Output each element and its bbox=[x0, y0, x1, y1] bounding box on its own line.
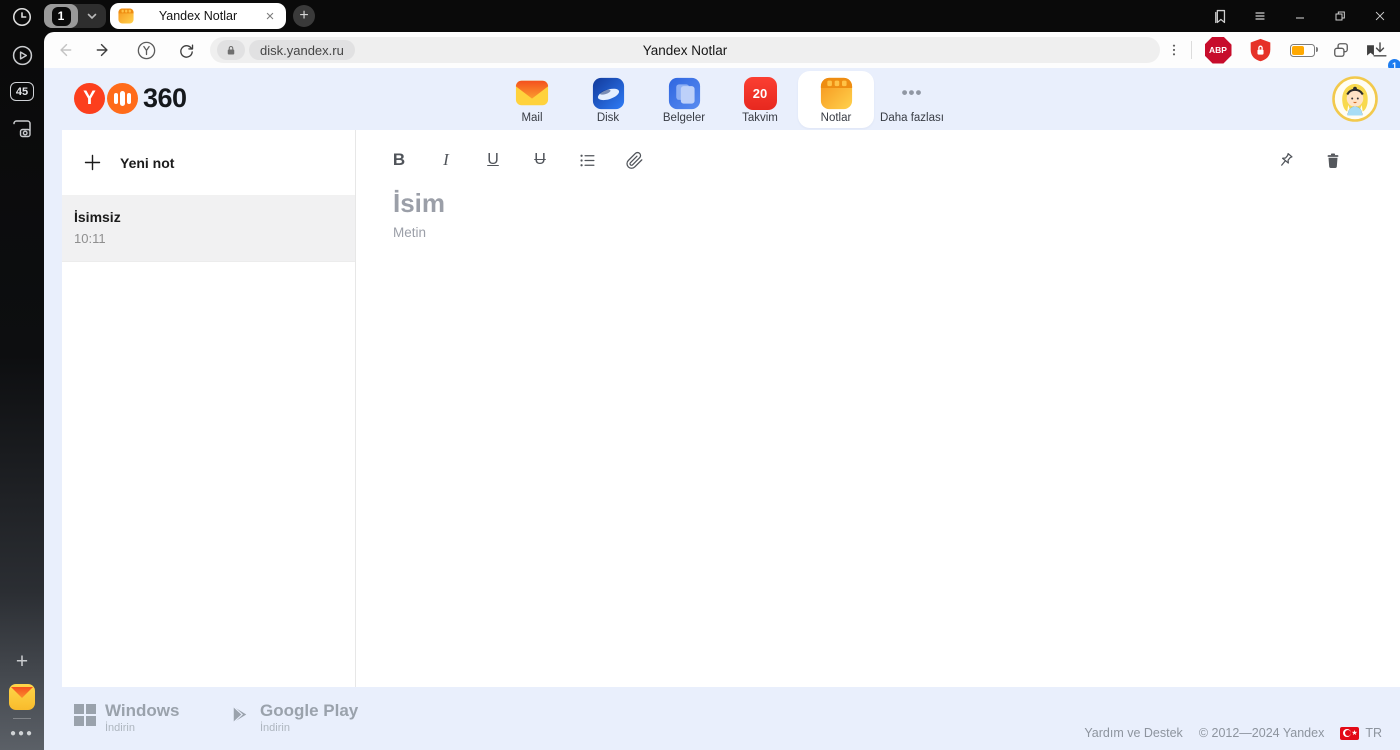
page-footer: Windows İndirin Google Play İndirin Yard bbox=[44, 687, 1400, 750]
documents-app-icon bbox=[667, 76, 701, 110]
forward-button[interactable] bbox=[90, 32, 118, 68]
browser-toolbar: disk.yandex.ru Yandex Notlar ABP 1 bbox=[44, 32, 1400, 72]
editor-toolbar: B I U U bbox=[382, 142, 651, 178]
chevron-down-icon[interactable] bbox=[78, 10, 106, 22]
tab-close-icon[interactable]: × bbox=[262, 9, 278, 24]
notes-list-panel: Yeni not İsimsiz 10:11 bbox=[62, 130, 355, 687]
screenshot-icon[interactable] bbox=[0, 117, 44, 141]
minimize-button[interactable] bbox=[1280, 0, 1320, 32]
user-avatar[interactable] bbox=[1332, 76, 1378, 122]
new-note-button[interactable]: Yeni not bbox=[62, 130, 355, 196]
toolbar-divider bbox=[1191, 41, 1192, 59]
underline-button[interactable]: U bbox=[476, 142, 510, 178]
tab-counter[interactable]: 1 bbox=[44, 4, 78, 28]
google-play-icon bbox=[230, 704, 250, 725]
app-switcher: Mail Disk Belgeler 20 Takvim Notlar ••• … bbox=[44, 71, 1400, 128]
downloads-icon[interactable]: 1 bbox=[1366, 32, 1400, 72]
bold-button[interactable]: B bbox=[382, 142, 416, 178]
app-tile-mail[interactable]: Mail bbox=[494, 71, 570, 128]
windows-icon bbox=[74, 704, 96, 726]
footer-legal: Yardım ve Destek © 2012—2024 Yandex ★ TR bbox=[1084, 726, 1382, 740]
history-icon[interactable] bbox=[10, 5, 34, 29]
sidebar-more-icon[interactable]: ●●● bbox=[0, 728, 44, 739]
strikethrough-button[interactable]: U bbox=[523, 142, 557, 178]
refresh-button[interactable] bbox=[172, 32, 200, 68]
notes-favicon-icon bbox=[118, 8, 134, 24]
language-selector[interactable]: ★ TR bbox=[1340, 726, 1382, 740]
yandex-mail-app-icon[interactable] bbox=[0, 684, 44, 710]
browser-titlebar: 1 Yandex Notlar × + bbox=[0, 0, 1400, 32]
pin-note-button[interactable] bbox=[1269, 142, 1303, 178]
app-tile-notlar-selected[interactable]: Notlar bbox=[798, 71, 874, 128]
disk-app-icon bbox=[591, 76, 625, 110]
app-tile-more[interactable]: ••• Daha fazlası bbox=[874, 71, 950, 128]
turkish-flag-icon: ★ bbox=[1340, 726, 1360, 740]
bullet-list-button[interactable] bbox=[570, 142, 604, 178]
back-button[interactable] bbox=[50, 32, 78, 68]
adblock-extension-icon[interactable]: ABP bbox=[1204, 32, 1232, 68]
plus-icon bbox=[82, 152, 103, 173]
note-time: 10:11 bbox=[74, 231, 106, 246]
app-tile-belgeler[interactable]: Belgeler bbox=[646, 71, 722, 128]
tab-counter-badge: 1 bbox=[51, 6, 71, 26]
help-support-link[interactable]: Yardım ve Destek bbox=[1084, 726, 1182, 740]
google-play-download-link[interactable]: Google Play İndirin bbox=[230, 702, 358, 734]
sidebar-divider bbox=[13, 718, 31, 719]
new-tab-button[interactable]: + bbox=[293, 5, 315, 27]
italic-button[interactable]: I bbox=[429, 142, 463, 178]
page-header: Y 360 Mail Disk Belgeler 20 Takvim Notla… bbox=[44, 68, 1400, 130]
note-title: İsimsiz bbox=[74, 209, 121, 225]
notes-app-icon bbox=[819, 76, 853, 110]
copyright-text: © 2012—2024 Yandex bbox=[1198, 726, 1325, 740]
battery-icon[interactable] bbox=[1286, 32, 1318, 68]
bookmarks-panel-icon[interactable] bbox=[1200, 0, 1240, 32]
browser-sidebar: 45 + ●●● bbox=[0, 32, 44, 750]
note-editor-panel: B I U U İsim Metin bbox=[355, 130, 1400, 687]
collections-icon[interactable] bbox=[1326, 32, 1356, 68]
windows-download-link[interactable]: Windows İndirin bbox=[74, 702, 179, 734]
lock-icon[interactable] bbox=[217, 40, 245, 60]
url-domain[interactable]: disk.yandex.ru bbox=[249, 40, 355, 60]
video-player-icon[interactable] bbox=[0, 44, 44, 67]
address-bar[interactable]: disk.yandex.ru Yandex Notlar bbox=[210, 37, 1160, 63]
tabs-counter-badge[interactable]: 45 bbox=[0, 82, 44, 101]
app-tile-takvim[interactable]: 20 Takvim bbox=[722, 71, 798, 128]
delete-note-button[interactable] bbox=[1316, 142, 1350, 178]
maximize-button[interactable] bbox=[1320, 0, 1360, 32]
close-button[interactable] bbox=[1360, 0, 1400, 32]
tab-group-button[interactable]: 1 bbox=[44, 4, 106, 28]
browser-tab-active[interactable]: Yandex Notlar × bbox=[110, 3, 286, 29]
note-title-input[interactable]: İsim bbox=[393, 188, 445, 219]
app-tile-disk[interactable]: Disk bbox=[570, 71, 646, 128]
new-note-label: Yeni not bbox=[120, 154, 175, 171]
more-apps-icon: ••• bbox=[901, 83, 923, 102]
calendar-app-icon: 20 bbox=[743, 76, 777, 110]
mail-app-icon bbox=[515, 76, 549, 110]
protect-shield-icon[interactable] bbox=[1246, 32, 1274, 68]
yandex360-page: Y 360 Mail Disk Belgeler 20 Takvim Notla… bbox=[44, 68, 1400, 750]
tab-title: Yandex Notlar bbox=[158, 9, 238, 23]
menu-icon[interactable] bbox=[1240, 0, 1280, 32]
note-body-input[interactable]: Metin bbox=[393, 225, 426, 240]
locale-label: TR bbox=[1365, 726, 1382, 740]
window-controls bbox=[1200, 0, 1400, 32]
editor-actions bbox=[1269, 142, 1350, 178]
extensions-menu-icon[interactable] bbox=[1163, 32, 1185, 68]
sidebar-add-icon[interactable]: + bbox=[0, 650, 44, 674]
attach-file-button[interactable] bbox=[617, 142, 651, 178]
browser-window: 1 Yandex Notlar × + 45 + ●●● disk.yandex… bbox=[0, 0, 1400, 750]
yandex-browser-icon[interactable] bbox=[132, 32, 160, 68]
note-list-item-selected[interactable]: İsimsiz 10:11 bbox=[62, 196, 355, 262]
